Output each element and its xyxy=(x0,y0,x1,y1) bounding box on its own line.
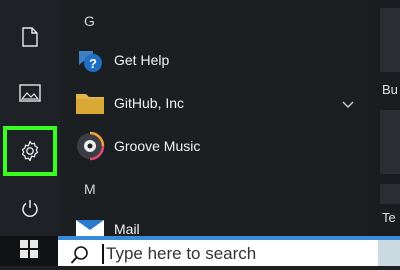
live-tile[interactable] xyxy=(380,184,400,204)
search-box-edge xyxy=(378,240,400,266)
power-icon xyxy=(20,199,40,219)
groove-music-icon xyxy=(74,130,106,162)
live-tile[interactable] xyxy=(380,110,400,174)
taskbar: Type here to search xyxy=(0,236,400,266)
tile-group-label: Te xyxy=(382,210,396,225)
app-label: GitHub, Inc xyxy=(114,95,185,111)
folder-icon xyxy=(74,87,106,119)
svg-text:?: ? xyxy=(89,56,97,71)
text-caret xyxy=(102,244,104,264)
power-button[interactable] xyxy=(0,184,60,234)
live-tile[interactable] xyxy=(380,8,400,72)
app-label: Get Help xyxy=(114,52,170,68)
chevron-down-icon[interactable] xyxy=(342,96,354,114)
app-get-help[interactable]: ? Get Help xyxy=(74,43,364,77)
live-tiles-area: Bu Te xyxy=(368,0,400,236)
documents-icon xyxy=(21,27,39,47)
app-github-inc[interactable]: GitHub, Inc xyxy=(74,86,364,120)
group-letter-g[interactable]: G xyxy=(84,13,95,29)
documents-button[interactable] xyxy=(0,12,60,62)
settings-button[interactable] xyxy=(3,126,57,176)
pictures-button[interactable] xyxy=(0,68,60,118)
windows-logo-icon xyxy=(20,239,38,263)
get-help-icon: ? xyxy=(74,44,106,76)
start-rail xyxy=(0,0,60,236)
taskbar-search-box[interactable]: Type here to search xyxy=(58,236,400,266)
search-placeholder: Type here to search xyxy=(106,244,257,263)
app-groove-music[interactable]: Groove Music xyxy=(74,129,364,163)
app-label: Groove Music xyxy=(114,138,201,154)
start-button[interactable] xyxy=(0,236,58,266)
app-list: G ? Get Help GitHub, Inc Groove Music M … xyxy=(60,0,368,239)
app-label: Mail xyxy=(114,221,140,237)
settings-icon xyxy=(19,140,41,162)
tile-group-label: Bu xyxy=(382,82,398,97)
pictures-icon xyxy=(19,84,41,102)
group-letter-m[interactable]: M xyxy=(84,181,96,197)
search-icon xyxy=(70,245,90,270)
